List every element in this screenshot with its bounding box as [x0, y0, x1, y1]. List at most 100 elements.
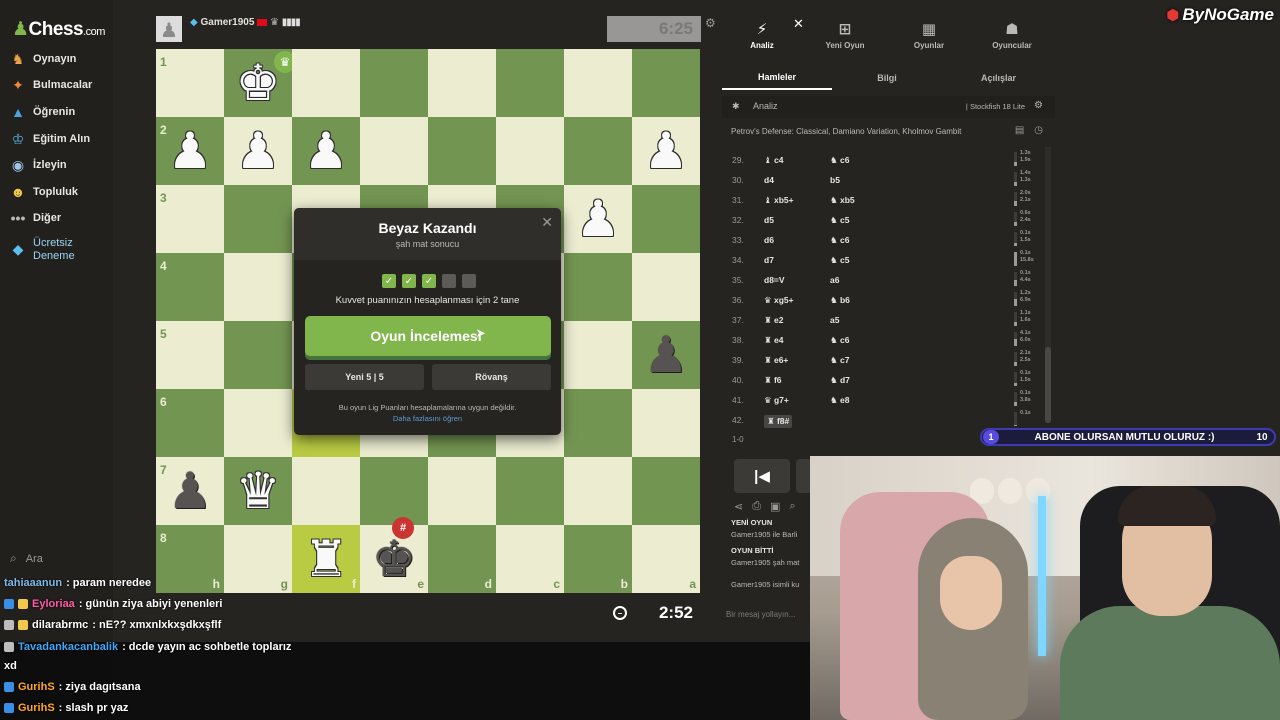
square-a5[interactable]: ♟ [632, 321, 700, 389]
square-a4[interactable] [632, 253, 700, 321]
square-b7[interactable] [564, 457, 632, 525]
black-move[interactable]: ♞ c5 [830, 255, 849, 266]
white-move[interactable]: ♜ e2 [764, 315, 783, 326]
move-row[interactable]: 36. ♛ xg5+ ♞ b6 1.2s 6.9s [722, 289, 1055, 309]
sidebar-item-watch[interactable]: ◉ İzleyin [10, 154, 110, 176]
sidebar-item-more[interactable]: ••• Diğer [10, 207, 110, 229]
move-row[interactable]: 31. ♝ xb5+ ♞ xb5 2.0s 2.1s [722, 189, 1055, 209]
square-h1[interactable]: 1 [156, 49, 224, 117]
square-h4[interactable]: 4 [156, 253, 224, 321]
close-icon[interactable]: ✕ [541, 214, 553, 231]
black-move[interactable]: a6 [830, 275, 839, 285]
move-row[interactable]: 37. ♜ e2 a5 1.1s 1.6s [722, 309, 1055, 329]
search-icon[interactable]: ⌕ [789, 500, 795, 513]
move-row[interactable]: 42. ♜ f8# 0.1s [722, 409, 1055, 429]
white-move[interactable]: d7 [764, 255, 774, 265]
tab-openings[interactable]: Açılışlar [942, 66, 1055, 90]
book-icon[interactable]: ▤ [1015, 125, 1024, 136]
black-move[interactable]: b5 [830, 175, 840, 185]
black-move[interactable]: ♞ d7 [830, 375, 850, 386]
white-pawn-icon[interactable]: ♟ [236, 126, 281, 176]
white-pawn-icon[interactable]: ♟ [304, 126, 349, 176]
square-b4[interactable] [564, 253, 632, 321]
square-g5[interactable] [224, 321, 292, 389]
square-d2[interactable] [428, 117, 496, 185]
square-e8[interactable]: ♚ # e [360, 517, 428, 593]
black-move[interactable]: ♞ c6 [830, 155, 849, 166]
square-g7[interactable]: ♛ [224, 457, 292, 525]
square-a1[interactable] [632, 49, 700, 117]
white-move[interactable]: ♝ xb5+ [764, 195, 794, 206]
square-e7[interactable] [360, 457, 428, 525]
share-icon[interactable]: ⋖ [734, 500, 743, 513]
square-a2[interactable]: ♟ [632, 117, 700, 185]
white-rook-icon[interactable]: ♜ [304, 534, 349, 584]
engine-settings-gear-icon[interactable]: ⚙ [1034, 100, 1043, 111]
square-d8[interactable]: d [428, 525, 496, 593]
square-g4[interactable] [224, 253, 292, 321]
image-icon[interactable]: ▣ [770, 500, 780, 513]
sidebar-item-coach[interactable]: ♔ Eğitim Alın [10, 128, 110, 150]
square-h3[interactable]: 3 [156, 185, 224, 253]
sidebar-item-community[interactable]: ☻ Topluluk [10, 181, 110, 203]
analysis-toggle-row[interactable]: ✱ Analiz | Stockfish 18 Lite ⚙ [722, 96, 1055, 118]
black-move[interactable]: ♞ e8 [830, 395, 849, 406]
black-king-icon[interactable]: ♚ [372, 534, 417, 584]
white-move[interactable]: ♜ e4 [764, 335, 783, 346]
white-move[interactable]: d8=V [764, 275, 785, 285]
square-e2[interactable] [360, 117, 428, 185]
message-input[interactable]: Bir mesaj yollayın... [726, 610, 795, 619]
avatar[interactable]: ♟ [156, 16, 182, 42]
white-move[interactable]: ♛ xg5+ [764, 295, 794, 306]
move-row[interactable]: 30. d4 b5 1.4s 1.3s [722, 169, 1055, 189]
move-row[interactable]: 35. d8=V a6 0.1s 4.4s [722, 269, 1055, 289]
square-h6[interactable]: 6 [156, 389, 224, 457]
square-c7[interactable] [496, 457, 564, 525]
black-move[interactable]: ♞ xb5 [830, 195, 855, 206]
white-move[interactable]: ♜ f6 [764, 375, 782, 386]
square-f8-highlighted[interactable]: ♜ f [292, 525, 360, 593]
move-row[interactable]: 33. d6 ♞ c6 0.1s 1.5s [722, 229, 1055, 249]
square-g2[interactable]: ♟ [224, 117, 292, 185]
tool-new-game[interactable]: ⊞ Yeni Oyun [810, 20, 880, 54]
move-row[interactable]: 40. ♜ f6 ♞ d7 0.1s 1.5s [722, 369, 1055, 389]
move-row[interactable]: 38. ♜ e4 ♞ c6 4.1s 6.0s [722, 329, 1055, 349]
square-d1[interactable] [428, 49, 496, 117]
black-move[interactable]: ♞ c6 [830, 235, 849, 246]
square-g1[interactable]: ♚ ♛ [224, 49, 296, 117]
white-move[interactable]: d5 [764, 215, 774, 225]
square-b8[interactable]: b [564, 525, 632, 593]
square-g6[interactable] [224, 389, 292, 457]
black-move[interactable]: ♞ c6 [830, 335, 849, 346]
game-review-button[interactable]: Oyun İncelemesi ➤ [305, 316, 551, 356]
sidebar-item-puzzles[interactable]: ✦ Bulmacalar [10, 74, 110, 96]
square-a3[interactable] [632, 185, 700, 253]
square-h5[interactable]: 5 [156, 321, 224, 389]
tab-moves[interactable]: Hamleler [722, 66, 832, 90]
square-e1[interactable] [360, 49, 428, 117]
move-row[interactable]: 29. ♝ c4 ♞ c6 1.3s 1.9s [722, 149, 1055, 169]
tool-games[interactable]: ▦ Oyunlar [894, 20, 964, 54]
analysis-toggle-icon[interactable]: ✱ [732, 101, 740, 112]
white-pawn-icon[interactable]: ♟ [168, 126, 213, 176]
square-f7[interactable] [292, 457, 360, 525]
black-pawn-icon[interactable]: ♟ [168, 466, 213, 516]
white-pawn-icon[interactable]: ♟ [644, 126, 689, 176]
black-move[interactable]: ♞ c7 [830, 355, 849, 366]
tool-players[interactable]: ☗ Oyuncular [977, 20, 1047, 54]
clock-icon[interactable]: ◷ [1034, 125, 1043, 136]
square-g8[interactable]: g [224, 525, 292, 593]
square-c2[interactable] [496, 117, 564, 185]
square-b5[interactable] [564, 321, 632, 389]
sidebar-item-play[interactable]: ♞ Oynayın [10, 48, 110, 70]
square-a8[interactable]: a [632, 525, 700, 593]
tab-info[interactable]: Bilgi [832, 66, 942, 90]
square-b6[interactable] [564, 389, 632, 457]
search-button[interactable]: ⌕ Ara [10, 551, 43, 566]
square-f2[interactable]: ♟ [292, 117, 360, 185]
download-icon[interactable]: ⎙ [752, 500, 761, 513]
black-move[interactable]: ♞ c5 [830, 215, 849, 226]
tool-analysis[interactable]: ⚡ Analiz [727, 20, 797, 54]
white-move[interactable]: ♜ f8# [764, 415, 793, 428]
square-a6[interactable] [632, 389, 700, 457]
